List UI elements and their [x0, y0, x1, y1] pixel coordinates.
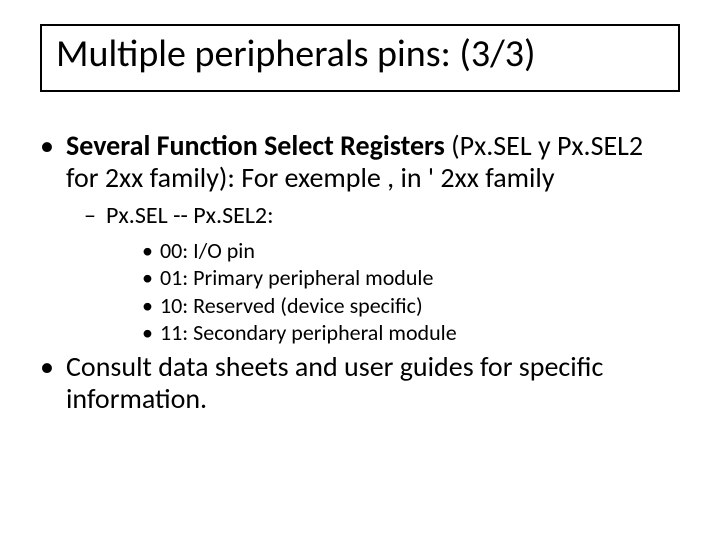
code-item-01: 01: Primary peripheral module — [142, 265, 680, 290]
code-item-11: 11: Secondary peripheral module — [142, 320, 680, 345]
code-list: 00: I/O pin 01: Primary peripheral modul… — [106, 238, 680, 345]
code-item-00: 00: I/O pin — [142, 238, 680, 263]
bullet-1-bold: Several Function Select Registers — [66, 128, 445, 163]
sub-bullet-list: Px.SEL -- Px.SEL2: 00: I/O pin 01: Prima… — [66, 202, 680, 345]
bullet-list: Several Function Select Registers (Px.SE… — [40, 130, 680, 416]
slide: Multiple peripherals pins: (3/3) Several… — [0, 0, 720, 540]
bullet-item-1: Several Function Select Registers (Px.SE… — [40, 130, 680, 345]
title-box: Multiple peripherals pins: (3/3) — [40, 24, 680, 92]
sub-bullet-1: Px.SEL -- Px.SEL2: 00: I/O pin 01: Prima… — [84, 202, 680, 345]
slide-body: Several Function Select Registers (Px.SE… — [40, 130, 680, 422]
sub-bullet-1-text: Px.SEL -- Px.SEL2: — [106, 201, 274, 230]
code-item-10: 10: Reserved (device specific) — [142, 293, 680, 318]
slide-title: Multiple peripherals pins: (3/3) — [56, 34, 664, 76]
bullet-item-2: Consult data sheets and user guides for … — [40, 351, 680, 415]
